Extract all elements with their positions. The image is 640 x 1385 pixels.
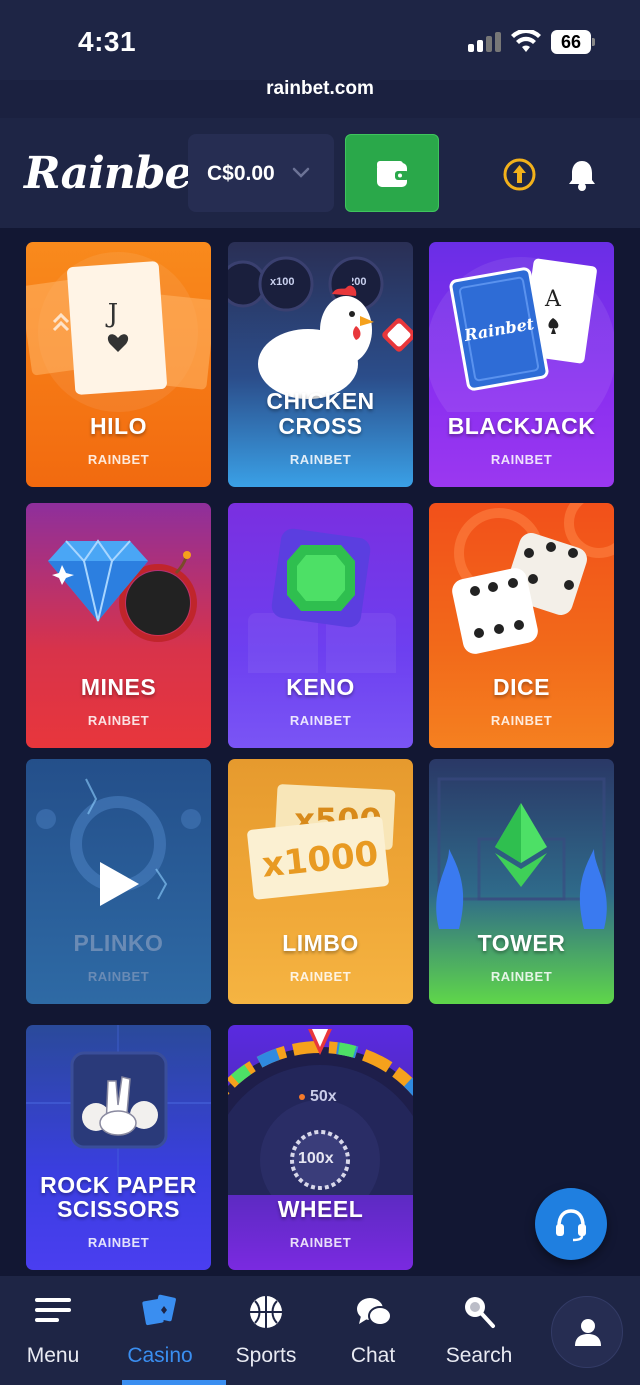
wallet-icon bbox=[377, 161, 409, 187]
game-title-line1: ROCK PAPER bbox=[40, 1172, 197, 1198]
svg-text:A: A bbox=[544, 287, 562, 312]
nav-label: Casino bbox=[127, 1344, 193, 1367]
game-title: TOWER bbox=[477, 930, 566, 956]
game-provider: RAINBET bbox=[490, 452, 553, 467]
rainbet-logo[interactable]: Rainbet bbox=[24, 148, 212, 199]
chicken-icon bbox=[228, 256, 413, 399]
game-card-limbo[interactable]: x500 x1000 LIMBO RAINBET bbox=[228, 759, 413, 1004]
tower-art bbox=[436, 777, 607, 929]
menu-icon bbox=[35, 1298, 71, 1322]
wheel-multiplier-100x: 100x bbox=[298, 1150, 334, 1167]
game-card-plinko[interactable]: PLINKO RAINBET bbox=[26, 759, 211, 1004]
status-time: 4:31 bbox=[78, 26, 137, 57]
battery-level: 66 bbox=[551, 30, 591, 54]
game-card-blackjack[interactable]: A Rainbet BLACKJACK RAINBET bbox=[429, 242, 614, 487]
nav-search[interactable]: Search bbox=[426, 1276, 532, 1385]
game-provider: RAINBET bbox=[289, 1235, 352, 1250]
basketball-icon bbox=[250, 1296, 282, 1328]
game-title: HILO bbox=[90, 413, 147, 439]
user-icon bbox=[575, 1319, 601, 1346]
game-title-line2: SCISSORS bbox=[57, 1196, 180, 1222]
support-chat-button[interactable] bbox=[535, 1188, 607, 1260]
game-title: LIMBO bbox=[282, 930, 359, 956]
dice-icon bbox=[452, 503, 614, 654]
nav-label: Chat bbox=[350, 1344, 396, 1367]
game-provider: RAINBET bbox=[87, 1235, 150, 1250]
site-header: Rainbet C$0.00 bbox=[0, 118, 640, 228]
game-card-mines[interactable]: MINES RAINBET bbox=[26, 503, 211, 748]
game-card-rock-paper-scissors[interactable]: ROCK PAPER SCISSORS RAINBET bbox=[26, 1025, 211, 1270]
game-title: KENO bbox=[286, 674, 355, 700]
game-provider: RAINBET bbox=[490, 713, 553, 728]
search-icon bbox=[465, 1297, 495, 1328]
diamond-icon bbox=[48, 539, 197, 642]
game-provider: RAINBET bbox=[289, 969, 352, 984]
chevron-down-icon bbox=[292, 167, 310, 178]
game-provider: RAINBET bbox=[87, 969, 150, 984]
wheel-multiplier-50x: 50x bbox=[310, 1088, 337, 1105]
hand-gesture-icon bbox=[26, 1025, 211, 1195]
browser-url[interactable]: rainbet.com bbox=[0, 78, 640, 100]
svg-text:J: J bbox=[105, 299, 118, 329]
game-card-wheel[interactable]: 50x 100x WHEEL RAINBET bbox=[228, 1025, 413, 1270]
game-title: DICE bbox=[493, 674, 550, 700]
game-card-chicken-cross[interactable]: x100 x200 CHICKEN CROSS RAINBET bbox=[228, 242, 413, 487]
game-provider: RAINBET bbox=[87, 452, 150, 467]
nav-label: Menu bbox=[26, 1344, 80, 1367]
battery-icon: 66 bbox=[551, 30, 595, 54]
game-title-line2: CROSS bbox=[278, 413, 363, 439]
games-grid: J HILO RAINBET x100 x200 CHICKEN CROSS R… bbox=[0, 228, 640, 1276]
game-card-dice[interactable]: DICE RAINBET bbox=[429, 503, 614, 748]
nav-menu[interactable]: Menu bbox=[0, 1276, 106, 1385]
nav-label: Sports bbox=[235, 1344, 297, 1367]
cellular-signal-icon bbox=[468, 32, 502, 52]
wifi-icon bbox=[511, 30, 541, 52]
game-title: MINES bbox=[80, 674, 157, 700]
nav-label: Search bbox=[445, 1344, 513, 1367]
wallet-button[interactable] bbox=[345, 134, 439, 212]
nav-sports[interactable]: Sports bbox=[213, 1276, 319, 1385]
game-card-hilo[interactable]: J HILO RAINBET bbox=[26, 242, 211, 487]
game-provider: RAINBET bbox=[87, 713, 150, 728]
nav-active-indicator bbox=[122, 1380, 226, 1385]
game-title: PLINKO bbox=[73, 930, 164, 956]
playing-cards-icon: J bbox=[26, 252, 211, 412]
bell-icon[interactable] bbox=[566, 158, 598, 192]
balance-selector[interactable]: C$0.00 bbox=[188, 134, 334, 212]
game-title: WHEEL bbox=[277, 1196, 364, 1222]
cards-icon bbox=[142, 1294, 176, 1326]
game-provider: RAINBET bbox=[289, 452, 352, 467]
game-card-tower[interactable]: TOWER RAINBET bbox=[429, 759, 614, 1004]
gem-icon bbox=[248, 528, 396, 673]
game-card-keno[interactable]: KENO RAINBET bbox=[228, 503, 413, 748]
multiplier-badge: x100 bbox=[270, 276, 295, 288]
headset-icon bbox=[556, 1209, 586, 1242]
nav-chat[interactable]: Chat bbox=[320, 1276, 426, 1385]
limbo-art: x500 x1000 bbox=[247, 784, 396, 900]
balance-amount: C$0.00 bbox=[207, 162, 275, 185]
play-icon[interactable] bbox=[96, 859, 142, 909]
wheel-art bbox=[228, 1029, 413, 1195]
profile-button[interactable] bbox=[551, 1296, 623, 1368]
chat-icon bbox=[357, 1298, 392, 1326]
blackjack-cards-icon: A Rainbet bbox=[429, 257, 614, 412]
game-title-line1: CHICKEN bbox=[266, 388, 375, 414]
rank-icon[interactable] bbox=[503, 158, 536, 191]
game-provider: RAINBET bbox=[490, 969, 553, 984]
bottom-nav: Menu Casino Sports Chat Search bbox=[0, 1276, 640, 1385]
status-bar: 4:31 66 bbox=[0, 0, 640, 80]
nav-casino[interactable]: Casino bbox=[107, 1276, 213, 1385]
game-provider: RAINBET bbox=[289, 713, 352, 728]
game-title: BLACKJACK bbox=[447, 413, 596, 439]
